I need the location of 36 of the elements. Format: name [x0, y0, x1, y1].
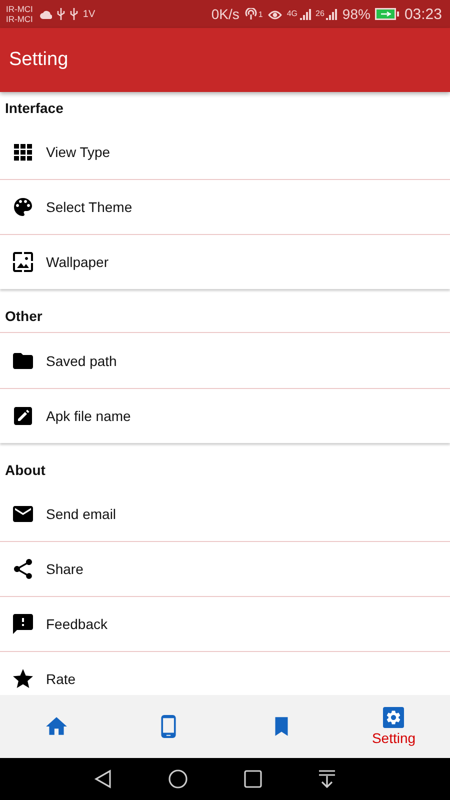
signal-icon — [325, 8, 338, 20]
back-button[interactable] — [94, 769, 112, 789]
section-header: Interface — [5, 100, 64, 116]
usb-label: 1V — [82, 8, 96, 20]
usb-icon — [70, 8, 78, 20]
network-type: 4G — [286, 8, 298, 18]
clock: 03:23 — [404, 6, 442, 22]
signal-icon — [298, 8, 311, 20]
hotspot-count: 1 — [258, 10, 263, 18]
app-title: Setting — [9, 49, 68, 71]
settings-item[interactable]: View Type — [0, 124, 450, 179]
settings-item[interactable]: Saved path — [0, 333, 450, 388]
section-header: Other — [5, 308, 42, 324]
wallpaper-icon — [11, 250, 35, 274]
notifications-button[interactable] — [318, 770, 336, 788]
cloud-icon — [40, 10, 52, 18]
network-speed: 0K/s — [211, 6, 240, 22]
battery-icon — [375, 8, 400, 20]
settings-item[interactable]: Apk file name — [0, 388, 450, 443]
carrier-name: IR-MCI — [6, 4, 33, 14]
settings-icon — [383, 707, 404, 728]
section-header: About — [5, 462, 46, 478]
hotspot-icon — [244, 8, 258, 20]
feedback-icon — [11, 612, 35, 636]
pencil-icon — [11, 404, 35, 428]
palette-icon — [11, 195, 35, 219]
battery-percent: 98% — [342, 6, 370, 22]
usb-icon — [56, 8, 65, 20]
recents-button[interactable] — [244, 770, 262, 788]
settings-item[interactable]: Select Theme — [0, 179, 450, 234]
network-type: 26 — [316, 8, 324, 18]
home-button[interactable] — [168, 769, 188, 789]
settings-item[interactable]: Wallpaper — [0, 234, 450, 289]
eye-icon — [268, 8, 282, 20]
carrier-name: IR-MCI — [6, 14, 33, 24]
share-icon — [11, 557, 35, 581]
